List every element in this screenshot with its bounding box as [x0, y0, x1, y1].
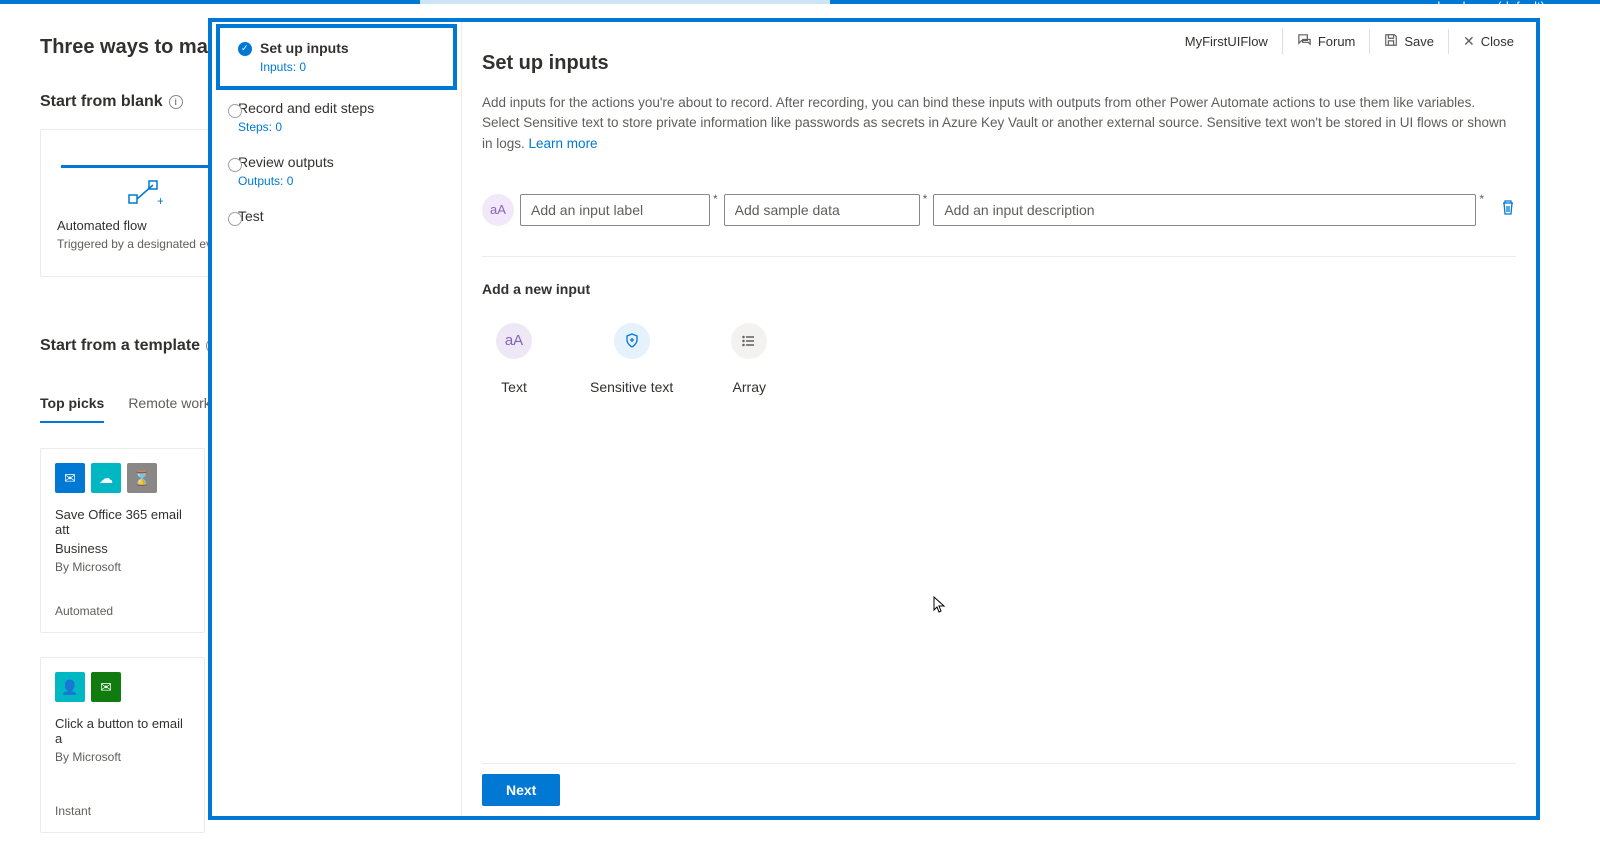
start-blank-heading: Start from blank i [40, 93, 183, 111]
connector-icon: ☁ [91, 463, 121, 493]
template-author: By Microsoft [55, 750, 190, 764]
step-dot-icon [228, 104, 242, 118]
modal-footer: Next [482, 763, 1516, 816]
template-card[interactable]: 👤 ✉ Click a button to email a By Microso… [40, 657, 205, 833]
template-name: Business [55, 541, 190, 556]
input-label-field[interactable] [520, 194, 710, 226]
wizard-steps: Set up inputs Inputs: 0 Record and edit … [212, 22, 462, 816]
close-icon: ✕ [1463, 33, 1475, 50]
content-description: Add inputs for the actions you're about … [482, 93, 1516, 154]
forum-button[interactable]: Forum [1282, 28, 1370, 54]
template-name: Save Office 365 email att [55, 507, 190, 537]
flow-name-label[interactable]: MyFirstUIFlow [1171, 30, 1282, 53]
connector-icon: 👤 [55, 672, 85, 702]
sample-data-field[interactable] [724, 194, 920, 226]
wizard-step-record[interactable]: Record and edit steps Steps: 0 [212, 90, 461, 144]
template-type: Instant [55, 804, 190, 818]
svg-text:+: + [157, 194, 163, 207]
ui-flow-wizard-modal: MyFirstUIFlow Forum Save ✕ Close Set up … [208, 18, 1540, 820]
content-area: Set up inputs Add inputs for the actions… [462, 22, 1536, 816]
text-type-icon: aA [482, 194, 514, 226]
learn-more-link[interactable]: Learn more [529, 136, 598, 151]
forum-icon [1297, 32, 1312, 50]
required-asterisk: * [1479, 192, 1484, 206]
info-icon: i [169, 95, 183, 109]
step-dot-icon [228, 158, 242, 172]
connector-icon: ✉ [55, 463, 85, 493]
input-row: aA * * * [482, 194, 1516, 257]
step-check-icon [238, 42, 252, 56]
input-description-field[interactable] [933, 194, 1476, 226]
template-type: Automated [55, 604, 190, 618]
connector-icon: ✉ [91, 672, 121, 702]
add-input-heading: Add a new input [482, 281, 1516, 297]
template-name: Click a button to email a [55, 716, 190, 746]
text-icon: aA [496, 323, 532, 359]
connector-icon: ⌛ [127, 463, 157, 493]
start-template-heading: Start from a template i [40, 337, 220, 355]
template-author: By Microsoft [55, 560, 190, 574]
add-sensitive-input-button[interactable]: Sensitive text [576, 317, 687, 401]
add-text-input-button[interactable]: aA Text [482, 317, 546, 401]
next-button[interactable]: Next [482, 774, 560, 806]
content-heading: Set up inputs [482, 52, 1516, 75]
wizard-step-test[interactable]: Test [212, 198, 461, 234]
save-button[interactable]: Save [1369, 29, 1448, 54]
add-array-input-button[interactable]: Array [717, 317, 781, 401]
wizard-step-outputs[interactable]: Review outputs Outputs: 0 [212, 144, 461, 198]
step-dot-icon [228, 212, 242, 226]
tab-remote-work[interactable]: Remote work [128, 385, 210, 423]
template-card[interactable]: ✉ ☁ ⌛ Save Office 365 email att Business… [40, 448, 205, 633]
required-asterisk: * [713, 192, 718, 206]
close-button[interactable]: ✕ Close [1448, 29, 1528, 54]
modal-header: MyFirstUIFlow Forum Save ✕ Close [1171, 28, 1528, 54]
wizard-step-inputs[interactable]: Set up inputs Inputs: 0 [216, 24, 457, 90]
delete-input-button[interactable] [1500, 199, 1516, 221]
list-icon [731, 323, 767, 359]
tab-top-picks[interactable]: Top picks [40, 385, 104, 423]
shield-icon [614, 323, 650, 359]
required-asterisk: * [923, 192, 928, 206]
save-icon [1384, 33, 1398, 50]
